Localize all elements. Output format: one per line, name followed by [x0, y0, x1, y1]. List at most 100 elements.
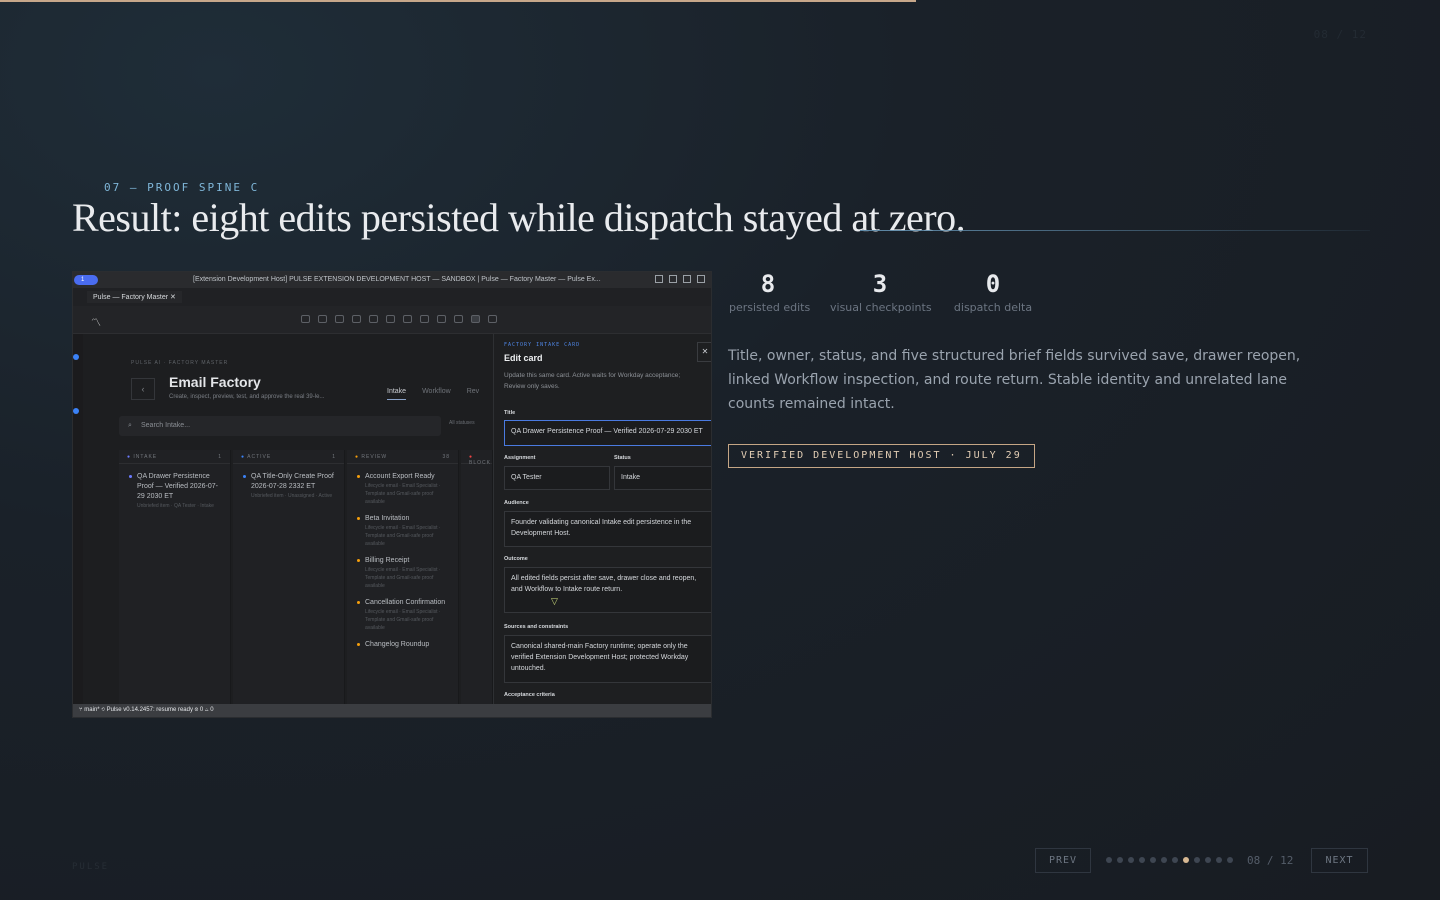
lane-intake: ● INTAKE 1 QA Drawer Persistence Proof — V… — [119, 450, 231, 710]
slide-dot[interactable] — [1216, 857, 1222, 863]
close-icon: ✕ — [170, 294, 176, 301]
lane-count: 1 — [332, 454, 336, 460]
card-title: Account Export Ready — [365, 473, 435, 480]
slide-dot[interactable] — [1117, 857, 1123, 863]
next-button[interactable]: NEXT — [1311, 848, 1368, 873]
factory-main: PULSE AI · FACTORY MASTER ‹ Email Factor… — [83, 334, 493, 710]
lane-card: Beta Invitation Lifecycle email · Email S… — [357, 514, 452, 548]
app-subtitle: Create, inspect, preview, test, and appr… — [169, 394, 325, 400]
stat-dispatch-delta: 0 dispatch delta — [953, 270, 1033, 314]
redo-icon — [403, 315, 412, 323]
proof-screenshot: 1 [Extension Development Host] PULSE EXT… — [72, 271, 712, 718]
section-eyebrow: 07 — PROOF SPINE C — [104, 181, 260, 194]
lane-name: BLOCK — [469, 460, 491, 466]
lane-card: Cancellation Confirmation Lifecycle email… — [357, 598, 452, 632]
lane-count: 1 — [218, 454, 222, 460]
sun-icon — [301, 315, 310, 323]
mouse-cursor-icon: ▽ — [551, 596, 558, 606]
slide-dot[interactable] — [1172, 857, 1178, 863]
lane-count: 38 — [442, 454, 450, 460]
tab-intake: Intake — [387, 388, 407, 400]
card-meta: Unbriefed item · Unassigned · Active — [251, 493, 333, 499]
audience-label: Audience — [504, 500, 529, 506]
export-icon — [386, 315, 395, 323]
lane-header: ● ACTIVE 1 — [233, 450, 344, 464]
stat-label: persisted edits — [729, 301, 811, 314]
copy-icon — [420, 315, 429, 323]
search-input: ⌕ Search Intake... — [119, 416, 441, 436]
edit-card-drawer: FACTORY INTAKE CARD Edit card ✕ Update t… — [493, 334, 711, 706]
frame-icon — [488, 315, 497, 323]
card-bullet-icon — [129, 475, 132, 478]
lane-header: ● REVIEW 38 — [347, 450, 458, 464]
lane-card: Account Export Ready Lifecycle email · Em… — [357, 472, 452, 506]
assignment-field: QA Tester — [504, 466, 610, 490]
editor-tab: Pulse — Factory Master ✕ — [87, 291, 182, 303]
lane-review: ● REVIEW 38 Account Export Ready Lifecycle … — [347, 450, 459, 710]
sources-label: Sources and constraints — [504, 624, 569, 630]
status-bar: ⑂ main* ⟲ Pulse v0.14.2457: resume ready… — [73, 704, 711, 717]
slide-dot[interactable] — [1194, 857, 1200, 863]
card-title: Changelog Roundup — [365, 641, 430, 648]
card-meta: Lifecycle email · Email Specialist · Tem… — [365, 567, 441, 589]
status-label: Status — [614, 455, 631, 461]
title-divider — [860, 230, 1370, 231]
back-button: ‹ — [131, 378, 155, 400]
card-title: Cancellation Confirmation — [365, 599, 446, 606]
slide-dot[interactable] — [1205, 857, 1211, 863]
slide-dots — [1106, 857, 1233, 863]
drawer-eyebrow: FACTORY INTAKE CARD — [504, 342, 581, 348]
drawer-title: Edit card — [504, 353, 543, 363]
lane-name: REVIEW — [361, 454, 388, 460]
toolbar-icons — [301, 315, 497, 323]
lane-card: Changelog Roundup — [357, 640, 452, 650]
result-description: Title, owner, status, and five structure… — [728, 348, 1301, 412]
corner-counter: 08 / 12 — [1313, 28, 1367, 41]
split-icon — [683, 275, 691, 283]
card-meta: Unbriefed item · QA Tester · Intake — [137, 503, 214, 509]
layout-icon — [655, 275, 663, 283]
stat-value: 0 — [985, 270, 1001, 298]
card-title: Beta Invitation — [365, 515, 410, 522]
card-bullet-icon — [243, 475, 246, 478]
view-tabs: Intake Workflow Rev — [387, 388, 479, 400]
window-controls — [655, 275, 705, 283]
title-field: QA Drawer Persistence Proof — Verified 2… — [504, 420, 711, 446]
lane-header: ● INTAKE 1 — [119, 450, 230, 464]
slide-dot[interactable] — [1128, 857, 1134, 863]
prev-button[interactable]: PREV — [1035, 848, 1091, 873]
card-bullet-icon — [357, 643, 360, 646]
panel-icon — [669, 275, 677, 283]
activity-strip — [73, 334, 83, 706]
lane-block: ● BLOCK — [461, 450, 493, 710]
status-field: Intake — [614, 466, 711, 490]
slide-dot[interactable] — [1106, 857, 1112, 863]
tab-workflow: Workflow — [422, 388, 451, 395]
card-bullet-icon — [357, 601, 360, 604]
outcome-field: All edited fields persist after save, dr… — [504, 567, 711, 613]
breadcrumb: PULSE AI · FACTORY MASTER — [131, 360, 229, 366]
lane-active: ● ACTIVE 1 QA Title-Only Create Proof 2026… — [233, 450, 345, 710]
slide-dot[interactable] — [1161, 857, 1167, 863]
stat-value: 3 — [872, 270, 888, 298]
slide-dot[interactable] — [1139, 857, 1145, 863]
search-icon: ⌕ — [128, 422, 132, 429]
slide-dot[interactable] — [1227, 857, 1233, 863]
card-title: QA Drawer Persistence Proof — Verified 2… — [137, 473, 218, 500]
card-bullet-icon — [357, 475, 360, 478]
page-indicator: 08 / 12 — [1247, 854, 1294, 867]
cursor-tool-icon — [471, 315, 480, 323]
outcome-label: Outcome — [504, 556, 528, 562]
stat-persisted-edits: 8 persisted edits — [729, 270, 811, 314]
stat-label: visual checkpoints — [830, 301, 932, 314]
card-title: QA Title-Only Create Proof 2026-07-28 23… — [251, 473, 334, 490]
activity-dot — [73, 408, 79, 414]
slide-dot[interactable] — [1150, 857, 1156, 863]
box-icon — [318, 315, 327, 323]
slide-title: Result: eight edits persisted while disp… — [72, 195, 966, 240]
footer-brand: PULSE — [72, 862, 110, 872]
pulse-status: Pulse v0.14.2457: resume ready — [106, 707, 193, 713]
search-placeholder: Search Intake... — [141, 422, 191, 429]
slide-dot[interactable] — [1183, 857, 1189, 863]
lane-header: ● BLOCK — [461, 450, 492, 466]
